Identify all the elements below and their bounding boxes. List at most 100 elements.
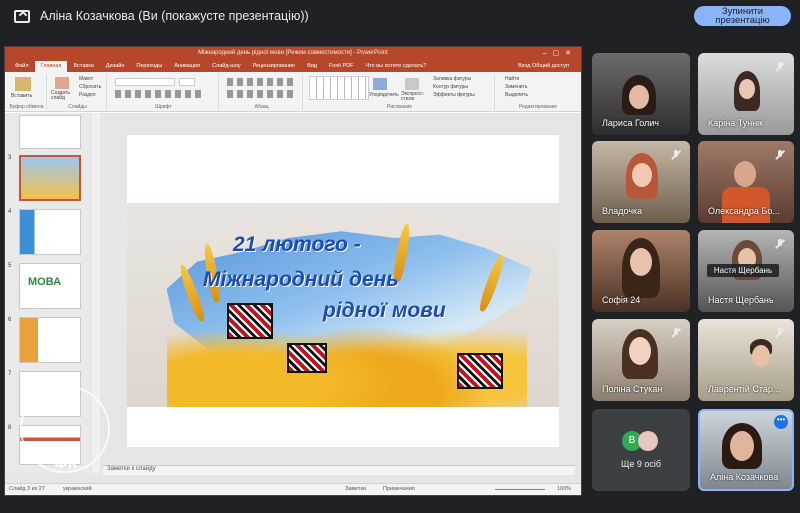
drawing-group: Упорядочить Экспресс-стили Заливка фигур… (305, 74, 495, 110)
ribbon-tab[interactable]: Слайд-шоу (206, 61, 247, 72)
ribbon-tab[interactable]: Foxit PDF (323, 61, 359, 72)
slide-title-line3: рідної мови (323, 299, 446, 322)
ribbon-tab[interactable]: Рецензирование (247, 61, 301, 72)
watermark-logo-icon: ФК (54, 455, 78, 472)
paste-button[interactable]: Вставить (11, 93, 32, 99)
ribbon-tab[interactable]: Переходы (130, 61, 168, 72)
slides-label: Слайды (68, 104, 87, 110)
slide-thumbnail[interactable] (19, 209, 81, 255)
participant-video (722, 187, 770, 223)
mic-off-icon (774, 149, 786, 161)
editing-label: Редактирование (518, 104, 558, 110)
more-participants-label: Ще 9 осіб (620, 459, 662, 469)
participant-name: Поліна Стукан (602, 384, 663, 394)
shape-effects-button[interactable]: Эффекты фигуры (433, 92, 475, 98)
participant-tile[interactable]: Софія 24 (592, 230, 690, 312)
participant-tile[interactable]: Каріна Туннік (698, 53, 794, 135)
window-controls-icon[interactable]: –▢✕ (543, 47, 577, 60)
participant-tile[interactable]: Лариса Голич (592, 53, 690, 135)
participant-face (632, 163, 652, 187)
more-options-icon[interactable]: ••• (774, 415, 788, 429)
ppt-status-bar: Слайд 3 из 27 украинский Заметки Примеча… (5, 483, 581, 495)
slide-thumbnail[interactable] (19, 115, 81, 149)
present-screen-icon (14, 10, 30, 23)
paragraph-label: Абзац (254, 104, 269, 110)
arrange-button[interactable]: Упорядочить (369, 92, 399, 98)
participant-tile[interactable]: Олександра Бо... (698, 141, 794, 223)
reset-button[interactable]: Сбросить (79, 84, 101, 90)
mic-off-icon (670, 327, 682, 339)
mova-logo-icon: МОВА (28, 276, 62, 288)
font-name-input[interactable] (115, 78, 175, 86)
participant-tile[interactable]: Лаврентій Стар... (698, 319, 794, 401)
more-participants-tile[interactable]: В Ще 9 осіб (592, 409, 690, 491)
participant-name: Аліна Козачкова (710, 472, 779, 482)
stop-presenting-button[interactable]: Зупинити презентацію (694, 6, 791, 26)
participant-name: Настя Щербань (708, 295, 774, 305)
list-icons[interactable] (227, 78, 297, 86)
paste-icon[interactable] (15, 77, 31, 91)
shape-outline-button[interactable]: Контур фигуры (433, 84, 468, 90)
slide-thumbnail-selected[interactable] (19, 155, 81, 201)
clipboard-label: Буфер обмена (9, 104, 44, 110)
ppt-ribbon-tabs: Файл Главная Вставка Дизайн Переходы Анимация… (5, 60, 581, 72)
new-slide-icon[interactable] (55, 77, 69, 89)
thumbnail-number: 7 (8, 371, 12, 377)
ribbon-tab[interactable]: Дизайн (100, 61, 131, 72)
arrange-icon[interactable] (373, 78, 387, 90)
create-slide-button[interactable]: Создать слайд (51, 91, 77, 101)
quick-styles-button[interactable]: Экспресс-стили (401, 92, 429, 102)
align-icons[interactable] (227, 90, 297, 98)
participant-name: Владочка (602, 206, 643, 216)
participant-tile[interactable]: Владочка (592, 141, 690, 223)
paragraph-group: Абзац (221, 74, 303, 110)
ribbon-tab[interactable]: Что вы хотите сделать? (359, 61, 432, 72)
participant-face (730, 431, 754, 461)
thumbnail-number: 3 (8, 155, 12, 161)
embroidery-pattern-icon (287, 343, 327, 373)
participant-tooltip: Настя Щербань (707, 264, 779, 277)
shapes-gallery[interactable] (309, 76, 369, 100)
comments-button[interactable]: Примечания (383, 486, 415, 492)
participant-face (629, 337, 651, 365)
zoom-level[interactable]: 100% (557, 486, 571, 492)
zoom-slider[interactable] (495, 489, 545, 490)
slide-thumbnail[interactable]: МОВА (19, 263, 81, 309)
mic-off-icon (774, 61, 786, 73)
select-button[interactable]: Выделить (505, 92, 528, 98)
notes-button[interactable]: Заметки (345, 486, 366, 492)
shape-fill-button[interactable]: Заливка фигуры (433, 76, 471, 82)
replace-button[interactable]: Заменить (505, 84, 527, 90)
ribbon-tab[interactable]: Анимация (168, 61, 206, 72)
find-button[interactable]: Найти (505, 76, 519, 82)
ppt-ribbon: Вставить Буфер обмена Создать слайд Маке… (5, 72, 581, 112)
ribbon-tab[interactable]: Вставка (67, 61, 99, 72)
participant-face (630, 248, 652, 276)
slide-notes[interactable]: Заметки к слайду (103, 465, 575, 475)
participant-name: Лариса Голич (602, 118, 659, 128)
ribbon-tab[interactable]: Главная (34, 61, 68, 72)
slides-group: Создать слайд Макет Сбросить Раздел Слай… (49, 74, 107, 110)
slide-title-line1: 21 лютого - (233, 233, 361, 256)
self-tile[interactable]: ••• Аліна Козачкова (698, 409, 794, 491)
quick-styles-icon[interactable] (405, 78, 419, 90)
mic-off-icon (774, 238, 786, 250)
slide-banner-image: 21 лютого - Міжнародний день рідної мови (127, 203, 559, 407)
layout-button[interactable]: Макет (79, 76, 93, 82)
font-format-icons[interactable] (115, 90, 205, 98)
ribbon-tab[interactable]: Вид (301, 61, 323, 72)
thumbnail-number: 4 (8, 209, 12, 215)
signin-share-links[interactable]: Вход Общий доступ (512, 61, 575, 72)
section-button[interactable]: Раздел (79, 92, 96, 98)
font-size-input[interactable] (179, 78, 195, 86)
slide-thumbnail[interactable] (19, 317, 81, 363)
participant-tile[interactable]: Поліна Стукан (592, 319, 690, 401)
participant-face (739, 79, 755, 99)
thumbnail-number: 6 (8, 317, 12, 323)
thumbnail-number: 5 (8, 263, 12, 269)
participant-name: Каріна Туннік (708, 118, 764, 128)
clipboard-group: Вставить Буфер обмена (7, 74, 47, 110)
ribbon-tab[interactable]: Файл (9, 61, 35, 72)
participant-name: Олександра Бо... (708, 206, 780, 216)
slide-canvas: 21 лютого - Міжнародний день рідної мови (103, 113, 575, 463)
